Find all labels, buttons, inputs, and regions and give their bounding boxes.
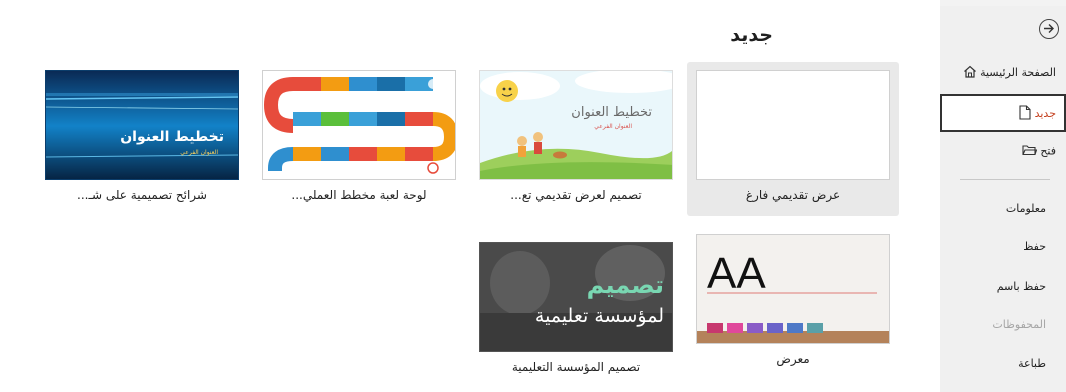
template-thumbnail [262,70,456,180]
template-caption: لوحة لعبة مخطط العملي... [291,188,427,202]
page-title: جديد [730,24,773,46]
nav-print-label: طباعة [1018,357,1046,370]
nav-history-label: المحفوظات [992,318,1046,331]
template-process-game-board[interactable]: لوحة لعبة مخطط العملي... [253,62,465,216]
nav-save-as[interactable]: حفظ باسم [997,280,1046,293]
template-thumbnail: AA [696,234,890,344]
nav-divider [960,179,1050,180]
template-caption: تصميم لعرض تقديمي تع... [510,188,642,202]
backstage-sidebar: الصفحة الرئيسية جديد فتح معلومات حفظ حفظ… [940,6,1066,392]
template-caption: شرائح تصميمية على شـ... [77,188,207,202]
nav-home-label: الصفحة الرئيسية [980,66,1056,79]
nav-open[interactable]: فتح [1018,144,1056,159]
nav-info[interactable]: معلومات [1006,202,1046,215]
home-icon [963,65,977,81]
template-caption: تصميم المؤسسة التعليمية [511,360,641,374]
thumb-subtitle: لمؤسسة تعليمية [534,305,664,327]
back-arrow-icon[interactable] [1039,19,1059,39]
new-file-icon [1019,105,1031,123]
template-thumbnail: تصميم لمؤسسة تعليمية [479,242,673,352]
nav-save[interactable]: حفظ [1023,240,1046,253]
thumb-title: AA [707,249,766,298]
nav-new-label: جديد [1034,107,1056,120]
nav-print[interactable]: طباعة [1018,357,1046,370]
nav-open-label: فتح [1040,144,1056,158]
thumb-subtitle: العنوان الفرعي [594,123,632,130]
thumb-title: تخطيط العنوان [120,129,224,145]
template-thumbnail: تخطيط العنوان العنوان الفرعي [479,70,673,180]
template-educational-presentation[interactable]: تخطيط العنوان العنوان الفرعي تصميم لعرض … [470,62,682,216]
nav-save-label: حفظ [1023,240,1046,253]
template-thumbnail [696,70,890,180]
nav-save-as-label: حفظ باسم [996,280,1046,293]
template-caption: معرض [776,352,810,366]
template-blank-presentation[interactable]: عرض تقديمي فارغ [687,62,899,216]
nav-home[interactable]: الصفحة الرئيسية [959,65,1056,81]
thumb-title: تخطيط العنوان [571,105,652,120]
template-design-slides[interactable]: تخطيط العنوان العنوان الفرعي شرائح تصميم… [36,62,248,216]
template-thumbnail: تخطيط العنوان العنوان الفرعي [45,70,239,180]
thumb-title: تصميم [586,271,664,299]
thumb-subtitle: العنوان الفرعي [180,149,218,156]
folder-icon [1022,144,1038,159]
template-gallery[interactable]: AA معرض [687,226,899,380]
main-content: جديد عرض تقديمي فارغ تخطيط العنوان العنو… [0,0,940,392]
nav-history: المحفوظات [992,318,1046,331]
template-educational-institution[interactable]: تصميم لمؤسسة تعليمية تصميم المؤسسة التعل… [470,234,682,388]
nav-info-label: معلومات [1005,202,1046,215]
template-caption: عرض تقديمي فارغ [745,188,841,202]
nav-new[interactable]: جديد [1015,105,1056,123]
